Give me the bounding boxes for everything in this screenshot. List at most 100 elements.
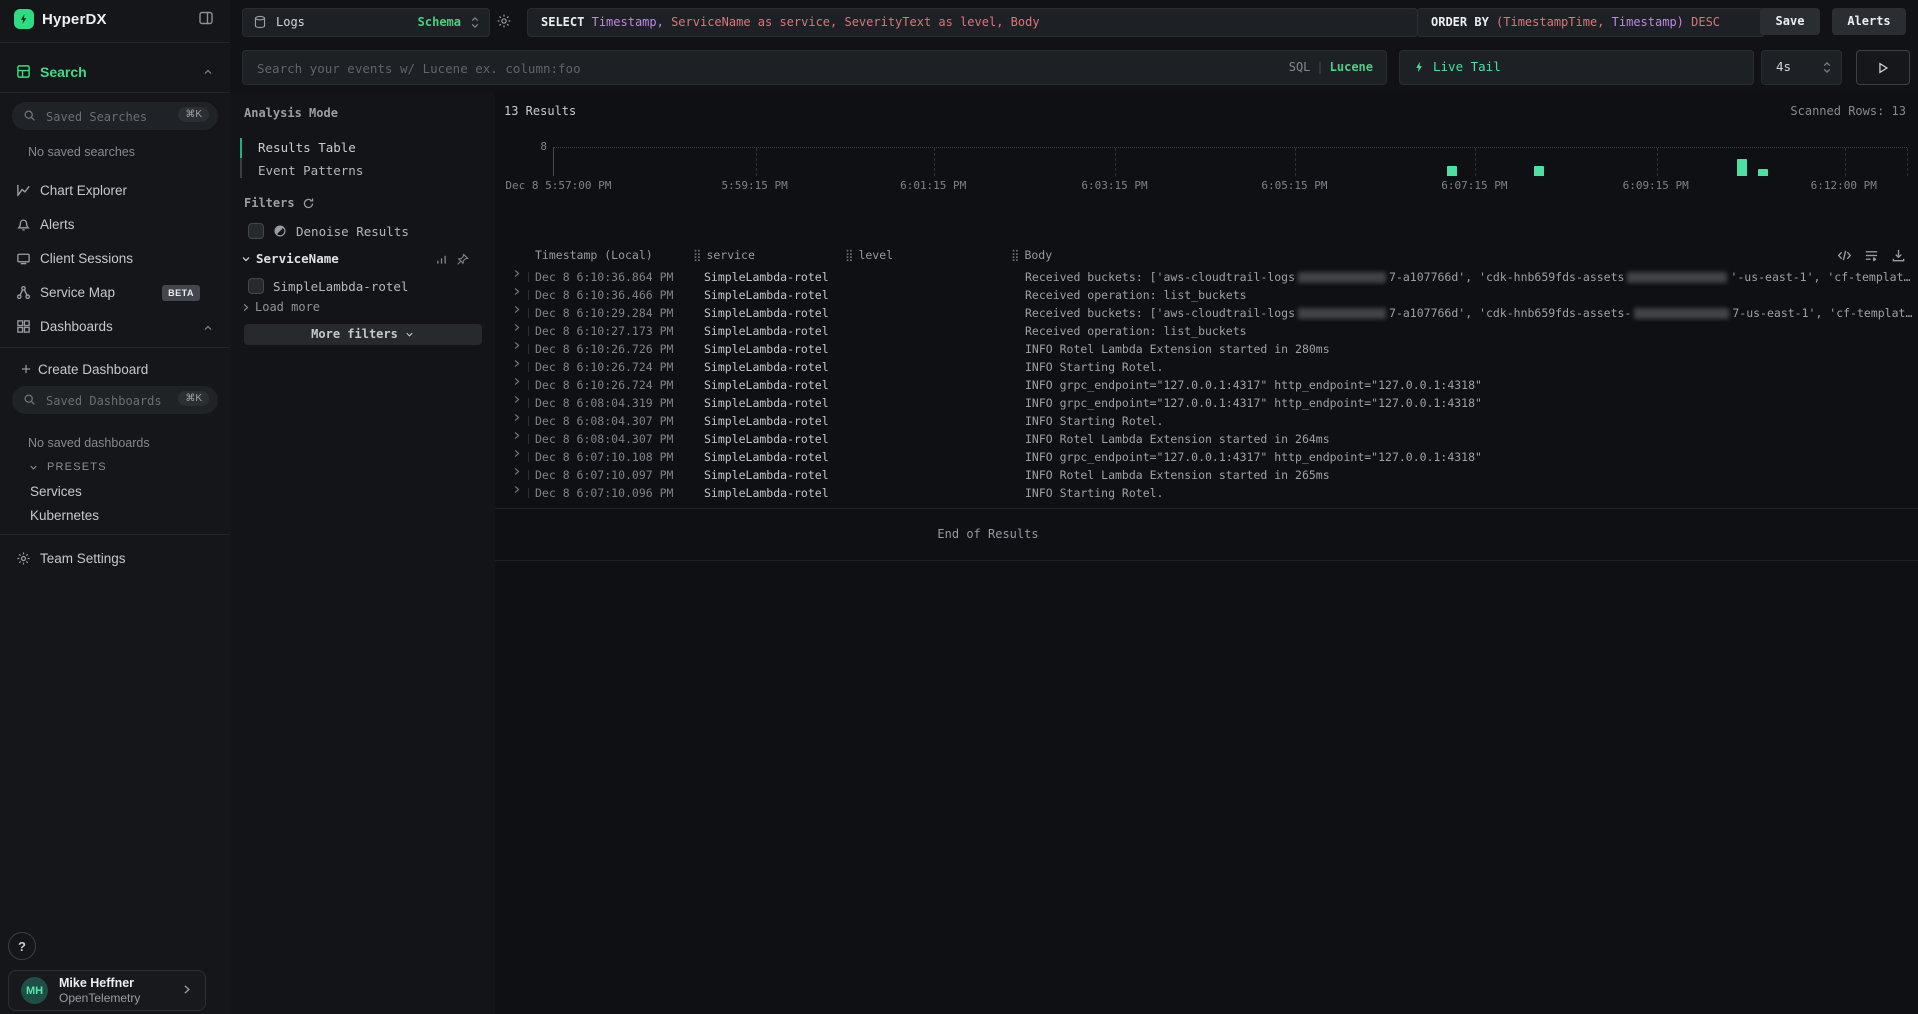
sidebar-item-chart-explorer[interactable]: Chart Explorer <box>0 175 230 207</box>
run-query-button[interactable] <box>1856 50 1910 85</box>
drag-handle-icon[interactable]: ⣿ <box>693 248 701 262</box>
row-expand-icon[interactable] <box>511 286 522 297</box>
table-row[interactable]: Dec 8 6:07:10.096 PMSimpleLambda-rotelIN… <box>495 484 1918 502</box>
denoise-checkbox[interactable] <box>248 223 264 239</box>
results-histogram[interactable] <box>553 147 1907 176</box>
alerts-button[interactable]: Alerts <box>1832 8 1906 35</box>
sidebar-item-team-settings[interactable]: Team Settings <box>0 543 230 575</box>
sidebar-item-service-map[interactable]: Service Map BETA <box>0 277 230 309</box>
mode-results-table[interactable]: Results Table <box>258 140 356 155</box>
servicename-checkbox[interactable] <box>248 278 264 294</box>
chevron-right-icon <box>240 302 251 313</box>
row-separator <box>528 416 529 426</box>
servicename-group-toggle[interactable]: ServiceName <box>240 251 339 266</box>
row-expand-icon[interactable] <box>511 304 522 315</box>
source-select[interactable]: Logs Schema <box>242 8 490 37</box>
table-row[interactable]: Dec 8 6:07:10.108 PMSimpleLambda-rotelIN… <box>495 448 1918 466</box>
chevron-right-icon <box>180 983 193 996</box>
row-body: INFO Starting Rotel. <box>1025 358 1912 376</box>
event-search[interactable]: SQL|Lucene <box>242 50 1387 85</box>
row-expand-icon[interactable] <box>511 448 522 459</box>
col-body[interactable]: ⣿Body <box>1011 248 1052 262</box>
saved-searches-search[interactable]: ⌘K <box>12 102 218 130</box>
sidebar-item-client-sessions[interactable]: Client Sessions <box>0 243 230 275</box>
sidebar-item-label: Dashboards <box>40 319 113 334</box>
team-settings-label: Team Settings <box>40 551 126 566</box>
row-expand-icon[interactable] <box>511 358 522 369</box>
row-separator <box>528 308 529 318</box>
row-body: INFO Rotel Lambda Extension started in 2… <box>1025 340 1912 358</box>
histogram-bar[interactable] <box>1534 166 1544 177</box>
table-row[interactable]: Dec 8 6:10:26.726 PMSimpleLambda-rotelIN… <box>495 340 1918 358</box>
col-level[interactable]: ⣿level <box>845 248 893 262</box>
lucene-toggle[interactable]: Lucene <box>1330 60 1373 74</box>
table-row[interactable]: Dec 8 6:08:04.319 PMSimpleLambda-rotelIN… <box>495 394 1918 412</box>
saved-dashboards-input[interactable] <box>44 386 178 416</box>
saved-searches-input[interactable] <box>44 102 178 132</box>
histogram-bar[interactable] <box>1737 159 1747 177</box>
denoise-results-filter[interactable]: Denoise Results <box>248 223 409 239</box>
collapse-sidebar-icon[interactable] <box>198 10 214 26</box>
query-settings-gear-icon[interactable] <box>496 13 512 29</box>
histogram-bar[interactable] <box>1758 169 1768 176</box>
shortcut-badge: ⌘K <box>178 391 209 406</box>
row-body: INFO Starting Rotel. <box>1025 484 1912 502</box>
table-row[interactable]: Dec 8 6:08:04.307 PMSimpleLambda-rotelIN… <box>495 412 1918 430</box>
col-service[interactable]: ⣿service <box>693 248 755 262</box>
refresh-icon[interactable] <box>302 197 315 210</box>
chevron-up-icon[interactable] <box>202 66 214 78</box>
help-button[interactable]: ? <box>8 932 36 960</box>
pin-icon[interactable] <box>456 253 469 266</box>
bar-chart-icon[interactable] <box>435 253 448 266</box>
row-expand-icon[interactable] <box>511 412 522 423</box>
results-count: 13 Results <box>504 104 576 118</box>
create-dashboard-button[interactable]: Create Dashboard <box>0 358 230 384</box>
row-expand-icon[interactable] <box>511 322 522 333</box>
row-expand-icon[interactable] <box>511 430 522 441</box>
table-row[interactable]: Dec 8 6:10:27.173 PMSimpleLambda-rotelRe… <box>495 322 1918 340</box>
table-row[interactable]: Dec 8 6:10:36.466 PMSimpleLambda-rotelRe… <box>495 286 1918 304</box>
row-expand-icon[interactable] <box>511 376 522 387</box>
save-button[interactable]: Save <box>1760 8 1820 35</box>
table-row[interactable]: Dec 8 6:10:29.284 PMSimpleLambda-rotelRe… <box>495 304 1918 322</box>
schema-link[interactable]: Schema <box>418 15 461 29</box>
preset-services[interactable]: Services <box>30 484 82 499</box>
servicename-value-filter[interactable]: SimpleLambda-rotel <box>248 278 408 294</box>
more-filters-button[interactable]: More filters <box>244 324 482 345</box>
sql-toggle[interactable]: SQL <box>1289 60 1311 74</box>
sidebar-item-alerts[interactable]: Alerts <box>0 209 230 241</box>
sidebar-item-dashboards[interactable]: Dashboards <box>0 311 230 343</box>
bell-icon <box>16 217 31 232</box>
histogram-bar[interactable] <box>1447 166 1457 177</box>
row-expand-icon[interactable] <box>511 466 522 477</box>
row-separator <box>528 470 529 480</box>
order-by-input[interactable]: ORDER BY (TimestampTime, Timestamp) DESC <box>1417 8 1765 37</box>
select-query-input[interactable]: SELECT Timestamp, ServiceName as service… <box>527 8 1418 37</box>
live-tail-button[interactable]: Live Tail <box>1399 50 1754 85</box>
col-timestamp[interactable]: Timestamp (Local) <box>535 248 653 262</box>
refresh-interval-select[interactable]: 4s <box>1761 50 1842 85</box>
chevron-up-icon[interactable] <box>202 322 214 334</box>
query-segment: SeverityText as level <box>844 15 996 29</box>
table-row[interactable]: Dec 8 6:10:26.724 PMSimpleLambda-rotelIN… <box>495 376 1918 394</box>
drag-handle-icon[interactable]: ⣿ <box>1011 248 1019 262</box>
user-menu[interactable]: MH Mike Heffner OpenTelemetry <box>8 970 206 1011</box>
table-row[interactable]: Dec 8 6:10:36.864 PMSimpleLambda-rotelRe… <box>495 268 1918 286</box>
row-expand-icon[interactable] <box>511 484 522 495</box>
saved-dashboards-search[interactable]: ⌘K <box>12 386 218 414</box>
preset-kubernetes[interactable]: Kubernetes <box>30 508 99 523</box>
row-expand-icon[interactable] <box>511 394 522 405</box>
table-row[interactable]: Dec 8 6:07:10.097 PMSimpleLambda-rotelIN… <box>495 466 1918 484</box>
sidebar-item-search[interactable]: Search <box>0 58 230 88</box>
language-toggle[interactable]: SQL|Lucene <box>1289 51 1373 84</box>
table-row[interactable]: Dec 8 6:10:26.724 PMSimpleLambda-rotelIN… <box>495 358 1918 376</box>
drag-handle-icon[interactable]: ⣿ <box>845 248 853 262</box>
gridline <box>1657 148 1658 176</box>
load-more-button[interactable]: Load more <box>240 300 320 314</box>
mode-event-patterns[interactable]: Event Patterns <box>258 163 363 178</box>
event-search-input[interactable] <box>243 51 1269 86</box>
row-expand-icon[interactable] <box>511 340 522 351</box>
row-expand-icon[interactable] <box>511 268 522 279</box>
presets-toggle[interactable]: PRESETS <box>28 461 107 473</box>
table-row[interactable]: Dec 8 6:08:04.307 PMSimpleLambda-rotelIN… <box>495 430 1918 448</box>
